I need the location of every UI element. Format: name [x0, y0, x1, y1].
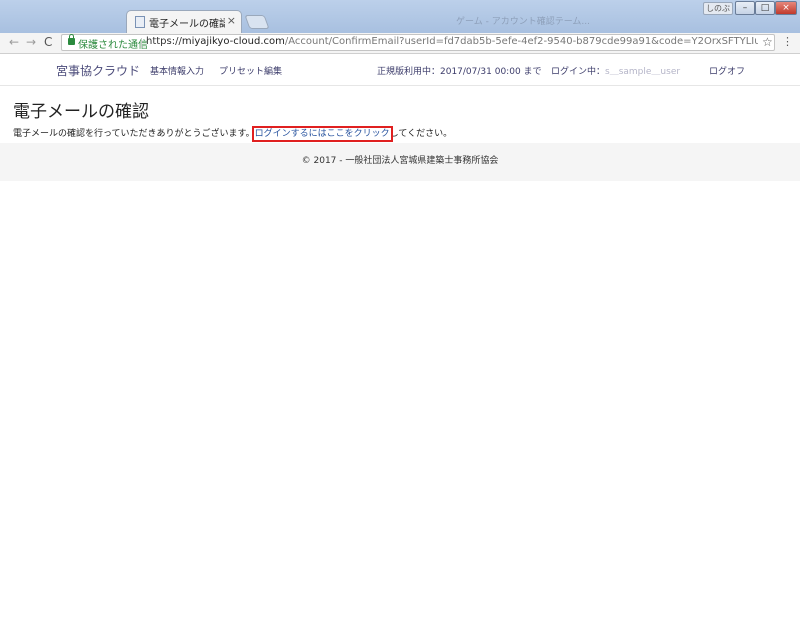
- back-arrow-icon[interactable]: ←: [9, 35, 19, 49]
- bookmark-star-icon[interactable]: ☆: [762, 35, 773, 49]
- secure-connection-label[interactable]: 保護された通信: [78, 36, 148, 51]
- browser-menu-icon[interactable]: ⋮: [782, 35, 793, 48]
- forward-arrow-icon[interactable]: →: [26, 35, 36, 49]
- url-text[interactable]: https://miyajikyo-cloud.com/Account/Conf…: [146, 36, 758, 47]
- url-path: /Account/ConfirmEmail?userId=fd7dab5b-5e…: [284, 36, 758, 47]
- tab-title: 電子メールの確認 - 宮城: [149, 19, 225, 30]
- background-window-text: ゲーム - アカウント確認テーム...: [456, 17, 591, 27]
- maximize-button[interactable]: □: [755, 1, 775, 15]
- browser-window: 電子メールの確認 - 宮城 × ゲーム - アカウント確認テーム... しのぶ …: [0, 0, 800, 631]
- title-bar: 電子メールの確認 - 宮城 × ゲーム - アカウント確認テーム... しのぶ …: [0, 0, 800, 33]
- lock-icon: [68, 34, 75, 45]
- login-link[interactable]: ログインするにはここをクリック: [251, 126, 393, 142]
- license-status: 正規版利用中：2017/07/31 00:00 まで: [377, 67, 542, 77]
- footer-copyright: © 2017 - 一般社団法人宮城県建築士事務所協会: [301, 156, 499, 166]
- tab-close-icon[interactable]: ×: [227, 14, 236, 27]
- new-tab-button[interactable]: [244, 15, 270, 29]
- reload-icon[interactable]: C: [44, 35, 52, 49]
- address-bar[interactable]: 保護された通信 https://miyajikyo-cloud.com/Acco…: [61, 34, 775, 51]
- profile-badge[interactable]: しのぶ: [703, 2, 733, 15]
- logout-link[interactable]: ログオフ: [709, 64, 745, 77]
- browser-toolbar: ← → C 保護された通信 https://miyajikyo-cloud.co…: [0, 33, 800, 54]
- site-brand[interactable]: 宮事協クラウド: [56, 62, 140, 79]
- url-scheme: https://: [146, 36, 182, 47]
- url-host: miyajikyo-cloud.com: [181, 36, 285, 47]
- browser-tab[interactable]: 電子メールの確認 - 宮城 ×: [126, 10, 242, 33]
- nav-link-basic-info[interactable]: 基本情報入力: [150, 64, 204, 77]
- page-title: 電子メールの確認: [13, 102, 149, 122]
- nav-link-preset-edit[interactable]: プリセット編集: [219, 64, 282, 77]
- message-after: してください。: [389, 129, 453, 139]
- minimize-button[interactable]: –: [735, 1, 755, 15]
- site-navbar: 宮事協クラウド 基本情報入力 プリセット編集 正規版利用中：2017/07/31…: [0, 54, 800, 86]
- login-user: s＿sample＿user: [605, 67, 681, 77]
- login-label: ログイン中：: [551, 67, 606, 77]
- page-footer: © 2017 - 一般社団法人宮城県建築士事務所協会: [0, 143, 800, 181]
- message-before: 電子メールの確認を行っていただきありがとうございます。: [13, 129, 255, 139]
- close-window-button[interactable]: ×: [775, 1, 797, 15]
- address-separator: [141, 38, 142, 48]
- page-favicon-icon: [135, 16, 145, 28]
- page-viewport: 宮事協クラウド 基本情報入力 プリセット編集 正規版利用中：2017/07/31…: [0, 54, 800, 631]
- login-status[interactable]: ログイン中：s＿sample＿user: [551, 64, 680, 77]
- confirmation-message: 電子メールの確認を行っていただきありがとうございます。ログインするにはここをクリ…: [13, 126, 453, 142]
